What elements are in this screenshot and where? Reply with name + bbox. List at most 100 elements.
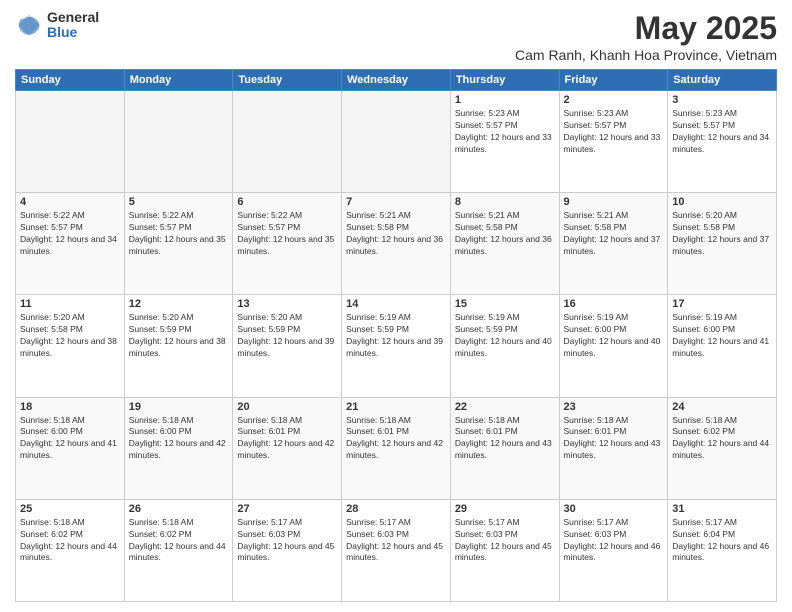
week-row-5: 25 Sunrise: 5:18 AMSunset: 6:02 PMDayligh… — [16, 499, 777, 601]
day-cell: 14 Sunrise: 5:19 AMSunset: 5:59 PMDayligh… — [342, 295, 451, 397]
day-info: Sunrise: 5:18 AMSunset: 6:01 PMDaylight:… — [455, 415, 555, 463]
day-info: Sunrise: 5:21 AMSunset: 5:58 PMDaylight:… — [564, 210, 664, 258]
week-row-1: 1 Sunrise: 5:23 AMSunset: 5:57 PMDaylight… — [16, 91, 777, 193]
day-number: 14 — [346, 298, 446, 310]
day-number: 15 — [455, 298, 555, 310]
day-info: Sunrise: 5:17 AMSunset: 6:03 PMDaylight:… — [455, 517, 555, 565]
day-header-thursday: Thursday — [450, 70, 559, 91]
day-cell: 10 Sunrise: 5:20 AMSunset: 5:58 PMDayligh… — [668, 193, 777, 295]
day-number: 12 — [129, 298, 229, 310]
day-info: Sunrise: 5:18 AMSunset: 6:02 PMDaylight:… — [20, 517, 120, 565]
day-cell: 21 Sunrise: 5:18 AMSunset: 6:01 PMDayligh… — [342, 397, 451, 499]
logo-icon — [15, 11, 43, 39]
day-cell: 25 Sunrise: 5:18 AMSunset: 6:02 PMDayligh… — [16, 499, 125, 601]
day-cell: 16 Sunrise: 5:19 AMSunset: 6:00 PMDayligh… — [559, 295, 668, 397]
day-info: Sunrise: 5:21 AMSunset: 5:58 PMDaylight:… — [346, 210, 446, 258]
day-cell: 12 Sunrise: 5:20 AMSunset: 5:59 PMDayligh… — [124, 295, 233, 397]
day-number: 18 — [20, 401, 120, 413]
day-number: 22 — [455, 401, 555, 413]
day-info: Sunrise: 5:23 AMSunset: 5:57 PMDaylight:… — [455, 108, 555, 156]
day-cell: 20 Sunrise: 5:18 AMSunset: 6:01 PMDayligh… — [233, 397, 342, 499]
day-number: 24 — [672, 401, 772, 413]
day-cell: 17 Sunrise: 5:19 AMSunset: 6:00 PMDayligh… — [668, 295, 777, 397]
week-row-4: 18 Sunrise: 5:18 AMSunset: 6:00 PMDayligh… — [16, 397, 777, 499]
day-number: 1 — [455, 94, 555, 106]
day-cell: 15 Sunrise: 5:19 AMSunset: 5:59 PMDayligh… — [450, 295, 559, 397]
day-number: 31 — [672, 503, 772, 515]
day-info: Sunrise: 5:23 AMSunset: 5:57 PMDaylight:… — [564, 108, 664, 156]
day-number: 7 — [346, 196, 446, 208]
day-number: 29 — [455, 503, 555, 515]
day-info: Sunrise: 5:17 AMSunset: 6:03 PMDaylight:… — [564, 517, 664, 565]
day-cell: 1 Sunrise: 5:23 AMSunset: 5:57 PMDaylight… — [450, 91, 559, 193]
day-number: 19 — [129, 401, 229, 413]
day-info: Sunrise: 5:20 AMSunset: 5:59 PMDaylight:… — [129, 312, 229, 360]
day-cell: 24 Sunrise: 5:18 AMSunset: 6:02 PMDayligh… — [668, 397, 777, 499]
day-cell: 6Sunrise: 5:22 AMSunset: 5:57 PMDaylight… — [233, 193, 342, 295]
day-number: 4 — [20, 196, 120, 208]
day-number: 30 — [564, 503, 664, 515]
header: General Blue May 2025 Cam Ranh, Khanh Ho… — [15, 10, 777, 63]
header-row: SundayMondayTuesdayWednesdayThursdayFrid… — [16, 70, 777, 91]
week-row-2: 4 Sunrise: 5:22 AMSunset: 5:57 PMDaylight… — [16, 193, 777, 295]
day-number: 25 — [20, 503, 120, 515]
day-number: 8 — [455, 196, 555, 208]
day-cell: 31Sunrise: 5:17 AMSunset: 6:04 PMDayligh… — [668, 499, 777, 601]
day-info: Sunrise: 5:18 AMSunset: 6:01 PMDaylight:… — [346, 415, 446, 463]
day-info: Sunrise: 5:20 AMSunset: 5:58 PMDaylight:… — [672, 210, 772, 258]
day-number: 2 — [564, 94, 664, 106]
day-info: Sunrise: 5:17 AMSunset: 6:03 PMDaylight:… — [346, 517, 446, 565]
day-number: 10 — [672, 196, 772, 208]
day-info: Sunrise: 5:19 AMSunset: 5:59 PMDaylight:… — [346, 312, 446, 360]
day-info: Sunrise: 5:19 AMSunset: 6:00 PMDaylight:… — [672, 312, 772, 360]
day-cell: 11 Sunrise: 5:20 AMSunset: 5:58 PMDayligh… — [16, 295, 125, 397]
day-info: Sunrise: 5:18 AMSunset: 6:00 PMDaylight:… — [129, 415, 229, 463]
day-info: Sunrise: 5:22 AMSunset: 5:57 PMDaylight:… — [129, 210, 229, 258]
month-title: May 2025 — [515, 10, 777, 47]
day-info: Sunrise: 5:19 AMSunset: 5:59 PMDaylight:… — [455, 312, 555, 360]
day-info: Sunrise: 5:19 AMSunset: 6:00 PMDaylight:… — [564, 312, 664, 360]
day-info: Sunrise: 5:18 AMSunset: 6:02 PMDaylight:… — [672, 415, 772, 463]
day-info: Sunrise: 5:18 AMSunset: 6:01 PMDaylight:… — [564, 415, 664, 463]
day-header-tuesday: Tuesday — [233, 70, 342, 91]
day-header-monday: Monday — [124, 70, 233, 91]
day-cell: 13 Sunrise: 5:20 AMSunset: 5:59 PMDayligh… — [233, 295, 342, 397]
day-cell — [233, 91, 342, 193]
day-info: Sunrise: 5:18 AMSunset: 6:00 PMDaylight:… — [20, 415, 120, 463]
day-info: Sunrise: 5:20 AMSunset: 5:58 PMDaylight:… — [20, 312, 120, 360]
day-number: 3 — [672, 94, 772, 106]
day-number: 20 — [237, 401, 337, 413]
day-number: 13 — [237, 298, 337, 310]
day-cell: 26Sunrise: 5:18 AMSunset: 6:02 PMDayligh… — [124, 499, 233, 601]
day-number: 11 — [20, 298, 120, 310]
day-number: 5 — [129, 196, 229, 208]
day-cell: 4Sunrise: 5:22 AMSunset: 5:57 PMDaylight… — [16, 193, 125, 295]
day-number: 21 — [346, 401, 446, 413]
day-number: 23 — [564, 401, 664, 413]
day-info: Sunrise: 5:17 AMSunset: 6:03 PMDaylight:… — [237, 517, 337, 565]
day-info: Sunrise: 5:22 AMSunset: 5:57 PMDaylight:… — [237, 210, 337, 258]
day-cell: 5 Sunrise: 5:22 AMSunset: 5:57 PMDaylight… — [124, 193, 233, 295]
day-cell: 3 Sunrise: 5:23 AMSunset: 5:57 PMDaylight… — [668, 91, 777, 193]
day-info: Sunrise: 5:20 AMSunset: 5:59 PMDaylight:… — [237, 312, 337, 360]
day-cell — [124, 91, 233, 193]
day-number: 17 — [672, 298, 772, 310]
day-cell: 22 Sunrise: 5:18 AMSunset: 6:01 PMDayligh… — [450, 397, 559, 499]
day-info: Sunrise: 5:23 AMSunset: 5:57 PMDaylight:… — [672, 108, 772, 156]
logo-blue-text: Blue — [47, 25, 99, 40]
day-cell: 9Sunrise: 5:21 AMSunset: 5:58 PMDaylight… — [559, 193, 668, 295]
day-header-saturday: Saturday — [668, 70, 777, 91]
logo: General Blue — [15, 10, 99, 41]
day-header-wednesday: Wednesday — [342, 70, 451, 91]
day-cell: 8 Sunrise: 5:21 AMSunset: 5:58 PMDaylight… — [450, 193, 559, 295]
location-title: Cam Ranh, Khanh Hoa Province, Vietnam — [515, 47, 777, 63]
day-number: 16 — [564, 298, 664, 310]
day-number: 28 — [346, 503, 446, 515]
day-cell: 23 Sunrise: 5:18 AMSunset: 6:01 PMDayligh… — [559, 397, 668, 499]
day-header-friday: Friday — [559, 70, 668, 91]
day-info: Sunrise: 5:21 AMSunset: 5:58 PMDaylight:… — [455, 210, 555, 258]
page: General Blue May 2025 Cam Ranh, Khanh Ho… — [0, 0, 792, 612]
day-cell — [342, 91, 451, 193]
calendar-table: SundayMondayTuesdayWednesdayThursdayFrid… — [15, 69, 777, 602]
day-info: Sunrise: 5:18 AMSunset: 6:01 PMDaylight:… — [237, 415, 337, 463]
